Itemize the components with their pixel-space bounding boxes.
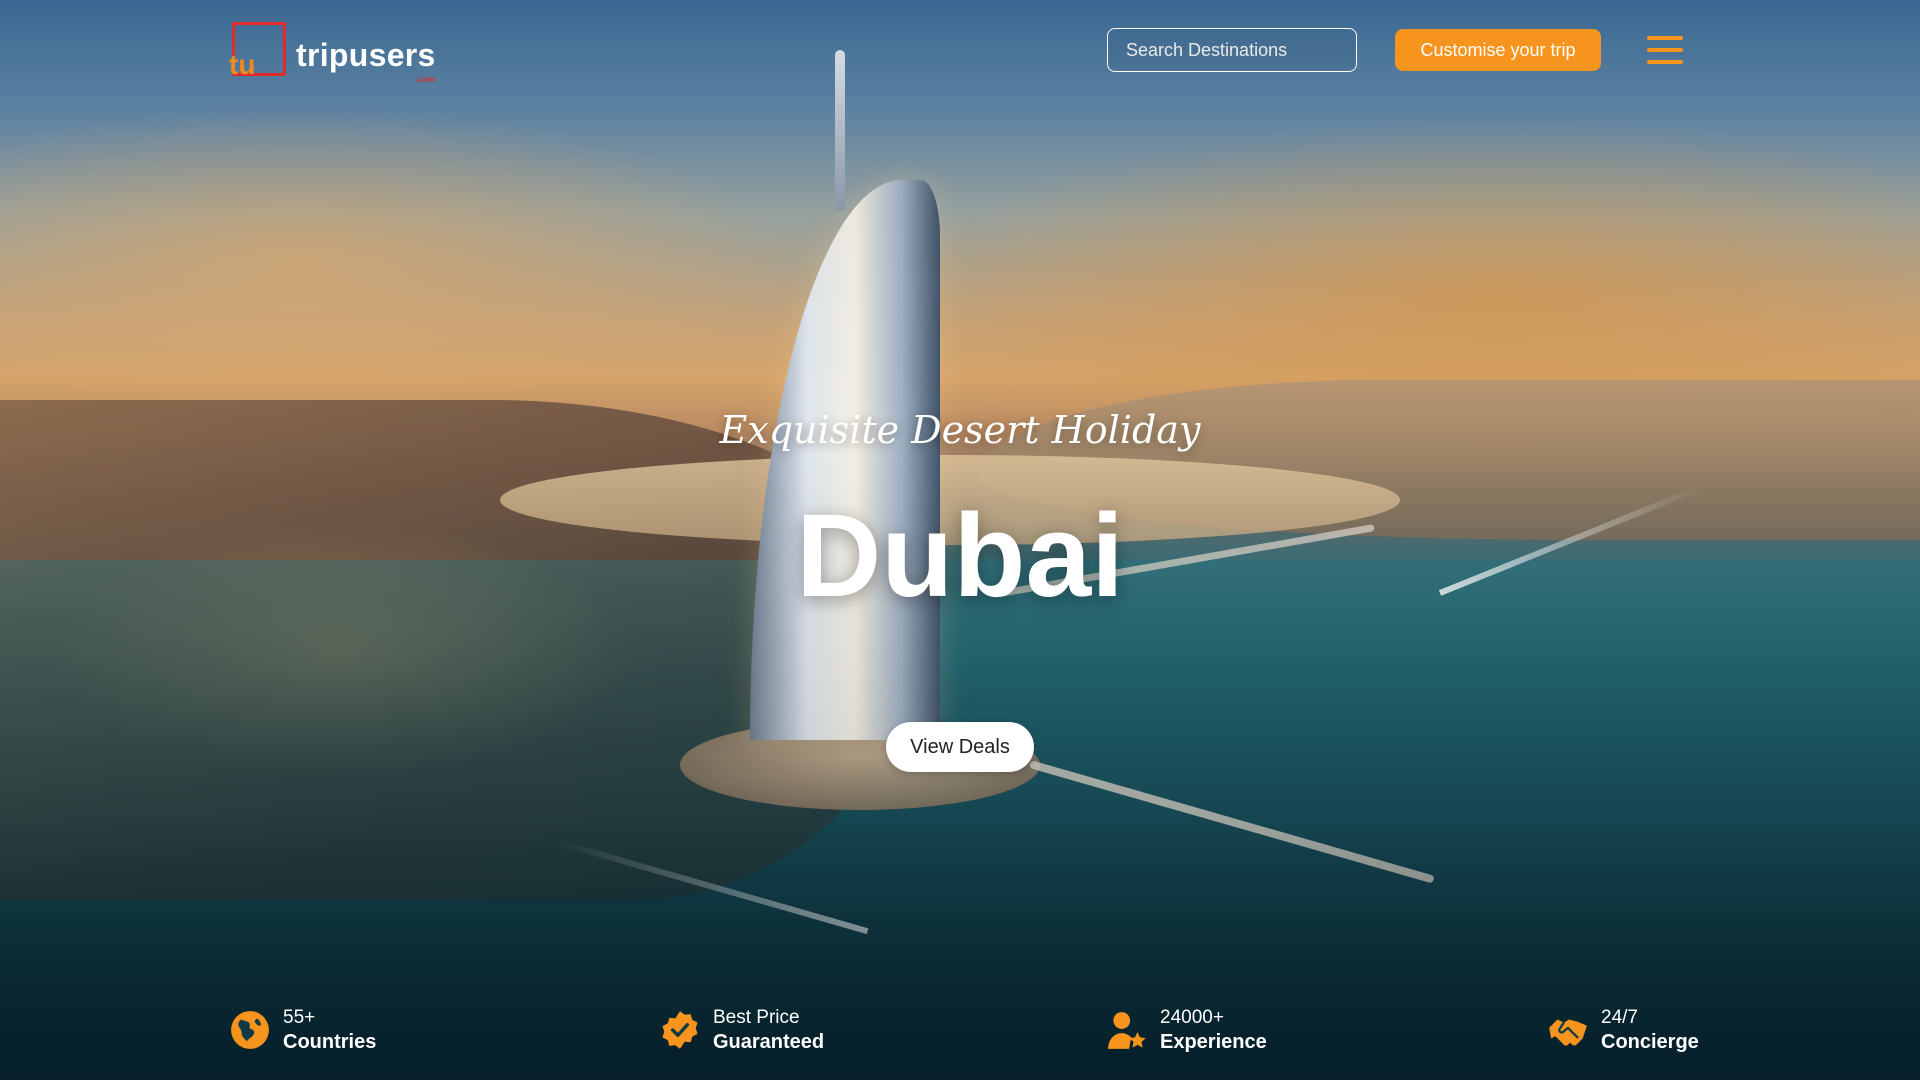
logo-wordmark: tripusers .com	[296, 36, 436, 84]
menu-bar	[1647, 60, 1683, 64]
menu-bar	[1647, 36, 1683, 40]
logo-mark-text: tu	[229, 49, 256, 80]
handshake-icon	[1549, 1019, 1587, 1046]
customise-trip-button[interactable]: Customise your trip	[1395, 29, 1601, 71]
hamburger-menu-icon[interactable]	[1647, 36, 1683, 64]
feature-value: 24/7	[1601, 1007, 1638, 1028]
feature-value: Best Price	[713, 1007, 800, 1028]
feature-value: 24000+	[1160, 1007, 1224, 1028]
view-deals-button[interactable]: View Deals	[886, 722, 1034, 772]
site-logo[interactable]: tu tripusers .com	[229, 22, 436, 84]
feature-best-price: Best Price Guaranteed	[659, 1007, 824, 1054]
logo-name: tripusers	[296, 36, 436, 73]
search-box	[1107, 28, 1358, 72]
user-star-icon	[1108, 1012, 1146, 1050]
feature-label: Experience	[1160, 1030, 1267, 1053]
search-input[interactable]	[1126, 39, 1358, 61]
logo-domain: .com	[415, 74, 436, 84]
feature-label: Guaranteed	[713, 1030, 825, 1053]
feature-value: 55+	[283, 1007, 316, 1028]
verified-badge-icon	[662, 1011, 698, 1050]
hero-tagline: Exquisite Desert Holiday	[719, 408, 1201, 452]
globe-icon	[231, 1011, 269, 1050]
hero-section: tu tripusers .com Customise your trip Ex…	[0, 0, 1920, 1080]
feature-experience: 24000+ Experience	[1106, 1007, 1267, 1054]
menu-bar	[1647, 48, 1683, 52]
feature-label: Concierge	[1601, 1030, 1699, 1053]
feature-concierge: 24/7 Concierge	[1547, 1007, 1699, 1054]
logo-mark: tu	[229, 22, 286, 80]
feature-label: Countries	[283, 1030, 377, 1053]
feature-countries: 55+ Countries	[229, 1007, 376, 1054]
hero-title: Dubai	[796, 490, 1124, 622]
